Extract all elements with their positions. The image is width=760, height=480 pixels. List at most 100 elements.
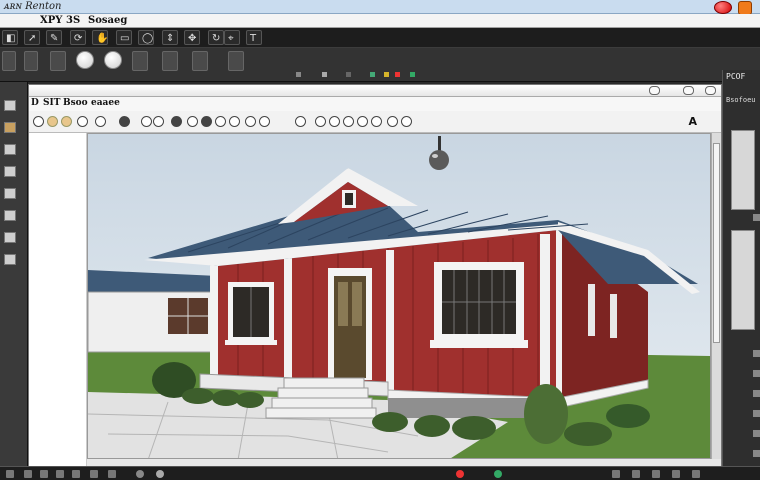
paint-bucket-icon[interactable] (47, 116, 58, 127)
fill-icon[interactable] (119, 116, 130, 127)
tray-slot-1[interactable] (731, 130, 755, 210)
tray-tick-5[interactable] (753, 410, 760, 417)
zoom-icon[interactable] (95, 116, 106, 127)
swatch-dark[interactable] (346, 72, 351, 77)
line-icon[interactable] (153, 116, 164, 127)
doc-menu-eaaee[interactable]: eaaee (91, 98, 120, 108)
hidden-line-icon[interactable] (245, 116, 256, 127)
doc-menu-sit[interactable]: SIT (43, 98, 60, 108)
app-logo-icon[interactable] (738, 1, 752, 15)
arc-icon[interactable] (141, 116, 152, 127)
tool-icon-7[interactable] (4, 232, 16, 243)
back-view-icon[interactable] (357, 116, 368, 127)
status-icon-3[interactable] (40, 470, 48, 478)
status-icon-9[interactable] (632, 470, 640, 478)
tool-icon-8[interactable] (4, 254, 16, 265)
text-icon[interactable]: T (246, 30, 262, 45)
status-icon-11[interactable] (672, 470, 680, 478)
new-file-icon[interactable]: ◧ (2, 30, 18, 45)
3d-viewport[interactable] (87, 133, 711, 459)
shadow-style-icon[interactable] (104, 51, 122, 69)
tool-icon-3[interactable] (4, 144, 16, 155)
tool-icon-6[interactable] (4, 210, 16, 221)
menu-item-sosaeg[interactable]: Sosaeg (88, 15, 127, 26)
tray-tick-1[interactable] (753, 214, 760, 221)
status-dot-red[interactable] (456, 470, 464, 478)
swatch-red[interactable] (395, 72, 400, 77)
tool-icon-2[interactable] (4, 122, 16, 133)
layers-icon[interactable] (2, 51, 16, 71)
scenes-icon[interactable] (132, 51, 148, 71)
material-icon[interactable] (61, 116, 72, 127)
styles-icon[interactable] (162, 51, 178, 71)
maximize-icon[interactable] (683, 86, 694, 95)
close-icon[interactable] (714, 1, 732, 14)
house-model-render[interactable] (88, 134, 711, 459)
status-icon-1[interactable] (6, 470, 14, 478)
scrollbar-thumb[interactable] (713, 143, 720, 343)
status-icon-8[interactable] (612, 470, 620, 478)
orbit-icon[interactable]: ⟳ (70, 30, 86, 45)
entity-info-icon[interactable] (228, 51, 244, 71)
right-view-icon[interactable] (343, 116, 354, 127)
components-icon[interactable] (24, 51, 38, 71)
pan-icon[interactable]: ✋ (92, 30, 108, 45)
status-icon-2[interactable] (24, 470, 32, 478)
tool-icon-4[interactable] (4, 166, 16, 177)
minimize-icon[interactable] (649, 86, 660, 95)
undo-icon[interactable] (33, 116, 44, 127)
circle-icon[interactable]: ◯ (138, 30, 154, 45)
tray-tick-2[interactable] (753, 350, 760, 357)
status-icon-6[interactable] (90, 470, 98, 478)
eraser-icon[interactable]: ✎ (46, 30, 62, 45)
xray-icon[interactable] (229, 116, 240, 127)
text-style-icon[interactable]: A (688, 115, 697, 128)
status-icon-10[interactable] (652, 470, 660, 478)
sphere-style-icon[interactable] (76, 51, 94, 69)
status-dot-light[interactable] (156, 470, 164, 478)
viewport-scrollbar[interactable] (711, 133, 721, 459)
tool-icon-1[interactable] (4, 100, 16, 111)
front-view-icon[interactable] (329, 116, 340, 127)
search-icon[interactable] (77, 116, 88, 127)
solid-icon[interactable] (171, 116, 182, 127)
swatch-gray[interactable] (296, 72, 301, 77)
swatch-teal[interactable] (410, 72, 415, 77)
doc-menu-d[interactable]: D (31, 98, 39, 108)
shaded-icon[interactable] (201, 116, 212, 127)
status-icon-5[interactable] (72, 470, 80, 478)
swatch-green[interactable] (370, 72, 375, 77)
tape-measure-icon[interactable]: ⌖ (224, 30, 240, 45)
tray-tick-4[interactable] (753, 390, 760, 397)
menu-item-xpy[interactable]: XPY (40, 15, 62, 26)
status-icon-4[interactable] (56, 470, 64, 478)
close-doc-icon[interactable] (705, 86, 716, 95)
push-pull-icon[interactable]: ⇕ (162, 30, 178, 45)
swatch-light[interactable] (322, 72, 327, 77)
tray-tick-3[interactable] (753, 370, 760, 377)
left-view-icon[interactable] (371, 116, 382, 127)
status-dot-green[interactable] (494, 470, 502, 478)
status-dot-gray[interactable] (136, 470, 144, 478)
texture-icon[interactable] (259, 116, 270, 127)
tool-icon-5[interactable] (4, 188, 16, 199)
section-icon[interactable] (187, 116, 198, 127)
materials-icon[interactable] (50, 51, 66, 71)
select-icon[interactable]: ➚ (24, 30, 40, 45)
tray-tick-7[interactable] (753, 450, 760, 457)
status-icon-12[interactable] (692, 470, 700, 478)
iso-view-icon[interactable] (295, 116, 306, 127)
top-view-icon[interactable] (315, 116, 326, 127)
swatch-yellow[interactable] (384, 72, 389, 77)
rectangle-icon[interactable]: ▭ (116, 30, 132, 45)
outliner-icon[interactable] (192, 51, 208, 71)
tray-tick-6[interactable] (753, 430, 760, 437)
doc-menu-bsoo[interactable]: Bsoo (63, 98, 88, 108)
wireframe-icon[interactable] (215, 116, 226, 127)
rotate-icon[interactable]: ↻ (208, 30, 224, 45)
move-icon[interactable]: ✥ (184, 30, 200, 45)
tray-slot-2[interactable] (731, 230, 755, 330)
camera-icon[interactable] (387, 116, 398, 127)
status-icon-7[interactable] (108, 470, 116, 478)
walk-icon[interactable] (401, 116, 412, 127)
